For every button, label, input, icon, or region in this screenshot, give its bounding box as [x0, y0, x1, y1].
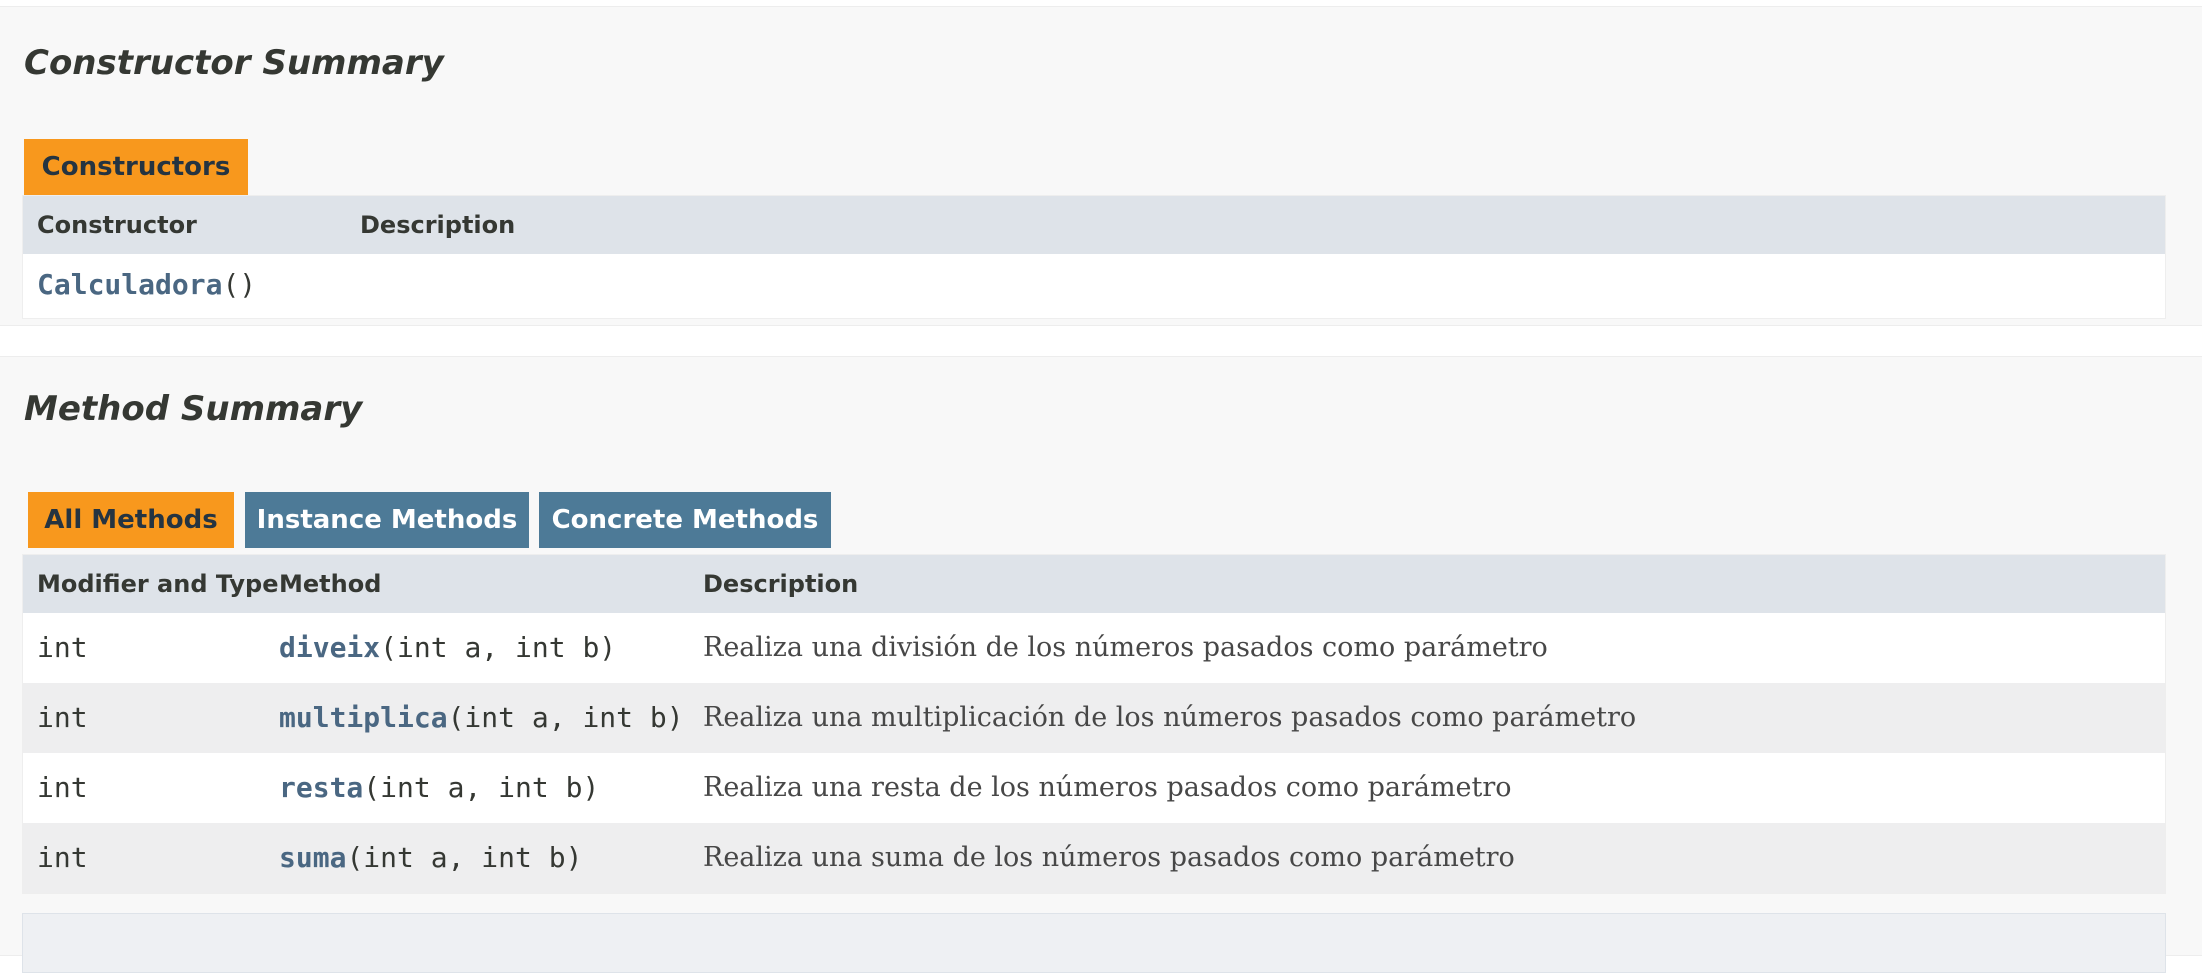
constructor-summary-title: Constructor Summary: [24, 43, 444, 83]
method-summary-title: Method Summary: [24, 389, 363, 429]
table-row: int multiplica(int a, int b) Realiza una…: [23, 683, 2165, 753]
method-signature: diveix(int a, int b): [279, 631, 617, 664]
constructor-signature: Calculadora(): [37, 268, 257, 301]
table-row: int resta(int a, int b) Realiza una rest…: [23, 753, 2165, 823]
header-modifier-type: Modifier and Type: [37, 570, 279, 598]
method-description: Realiza una resta de los números pasados…: [703, 772, 1512, 803]
tab-all-methods[interactable]: All Methods: [28, 492, 234, 548]
method-signature: resta(int a, int b): [279, 771, 600, 804]
method-description: Realiza una suma de los números pasados …: [703, 842, 1515, 873]
method-link-multiplica[interactable]: multiplica: [279, 701, 448, 734]
table-row: int suma(int a, int b) Realiza una suma …: [23, 823, 2165, 893]
table-row: Calculadora(): [23, 254, 2165, 316]
method-link-diveix[interactable]: diveix: [279, 631, 380, 664]
method-table: Modifier and Type Method Description int…: [22, 554, 2166, 894]
method-table-header: Modifier and Type Method Description: [23, 555, 2165, 613]
header-description: Description: [360, 211, 516, 239]
return-type: int: [37, 841, 88, 874]
return-type: int: [37, 631, 88, 664]
tab-concrete-methods[interactable]: Concrete Methods: [539, 492, 831, 548]
header-description: Description: [703, 570, 859, 598]
constructor-table-header: Constructor Description: [23, 196, 2165, 254]
tab-constructors[interactable]: Constructors: [24, 139, 248, 195]
constructor-table: Constructor Description Calculadora(): [22, 195, 2166, 319]
method-summary-section: Method Summary All Methods Instance Meth…: [0, 356, 2202, 973]
return-type: int: [37, 701, 88, 734]
method-link-suma[interactable]: suma: [279, 841, 346, 874]
constructor-summary-section: Constructor Summary Constructors Constru…: [0, 6, 2202, 326]
method-description: Realiza una multiplicación de los número…: [703, 702, 1637, 733]
method-signature: multiplica(int a, int b): [279, 701, 684, 734]
header-constructor: Constructor: [37, 211, 197, 239]
method-description: Realiza una división de los números pasa…: [703, 632, 1548, 663]
method-signature: suma(int a, int b): [279, 841, 583, 874]
table-row: int diveix(int a, int b) Realiza una div…: [23, 613, 2165, 683]
header-method: Method: [279, 570, 382, 598]
tab-instance-methods[interactable]: Instance Methods: [245, 492, 529, 548]
method-link-resta[interactable]: resta: [279, 771, 363, 804]
next-section-edge: [22, 913, 2166, 973]
return-type: int: [37, 771, 88, 804]
constructor-link-calculadora[interactable]: Calculadora: [37, 268, 222, 301]
